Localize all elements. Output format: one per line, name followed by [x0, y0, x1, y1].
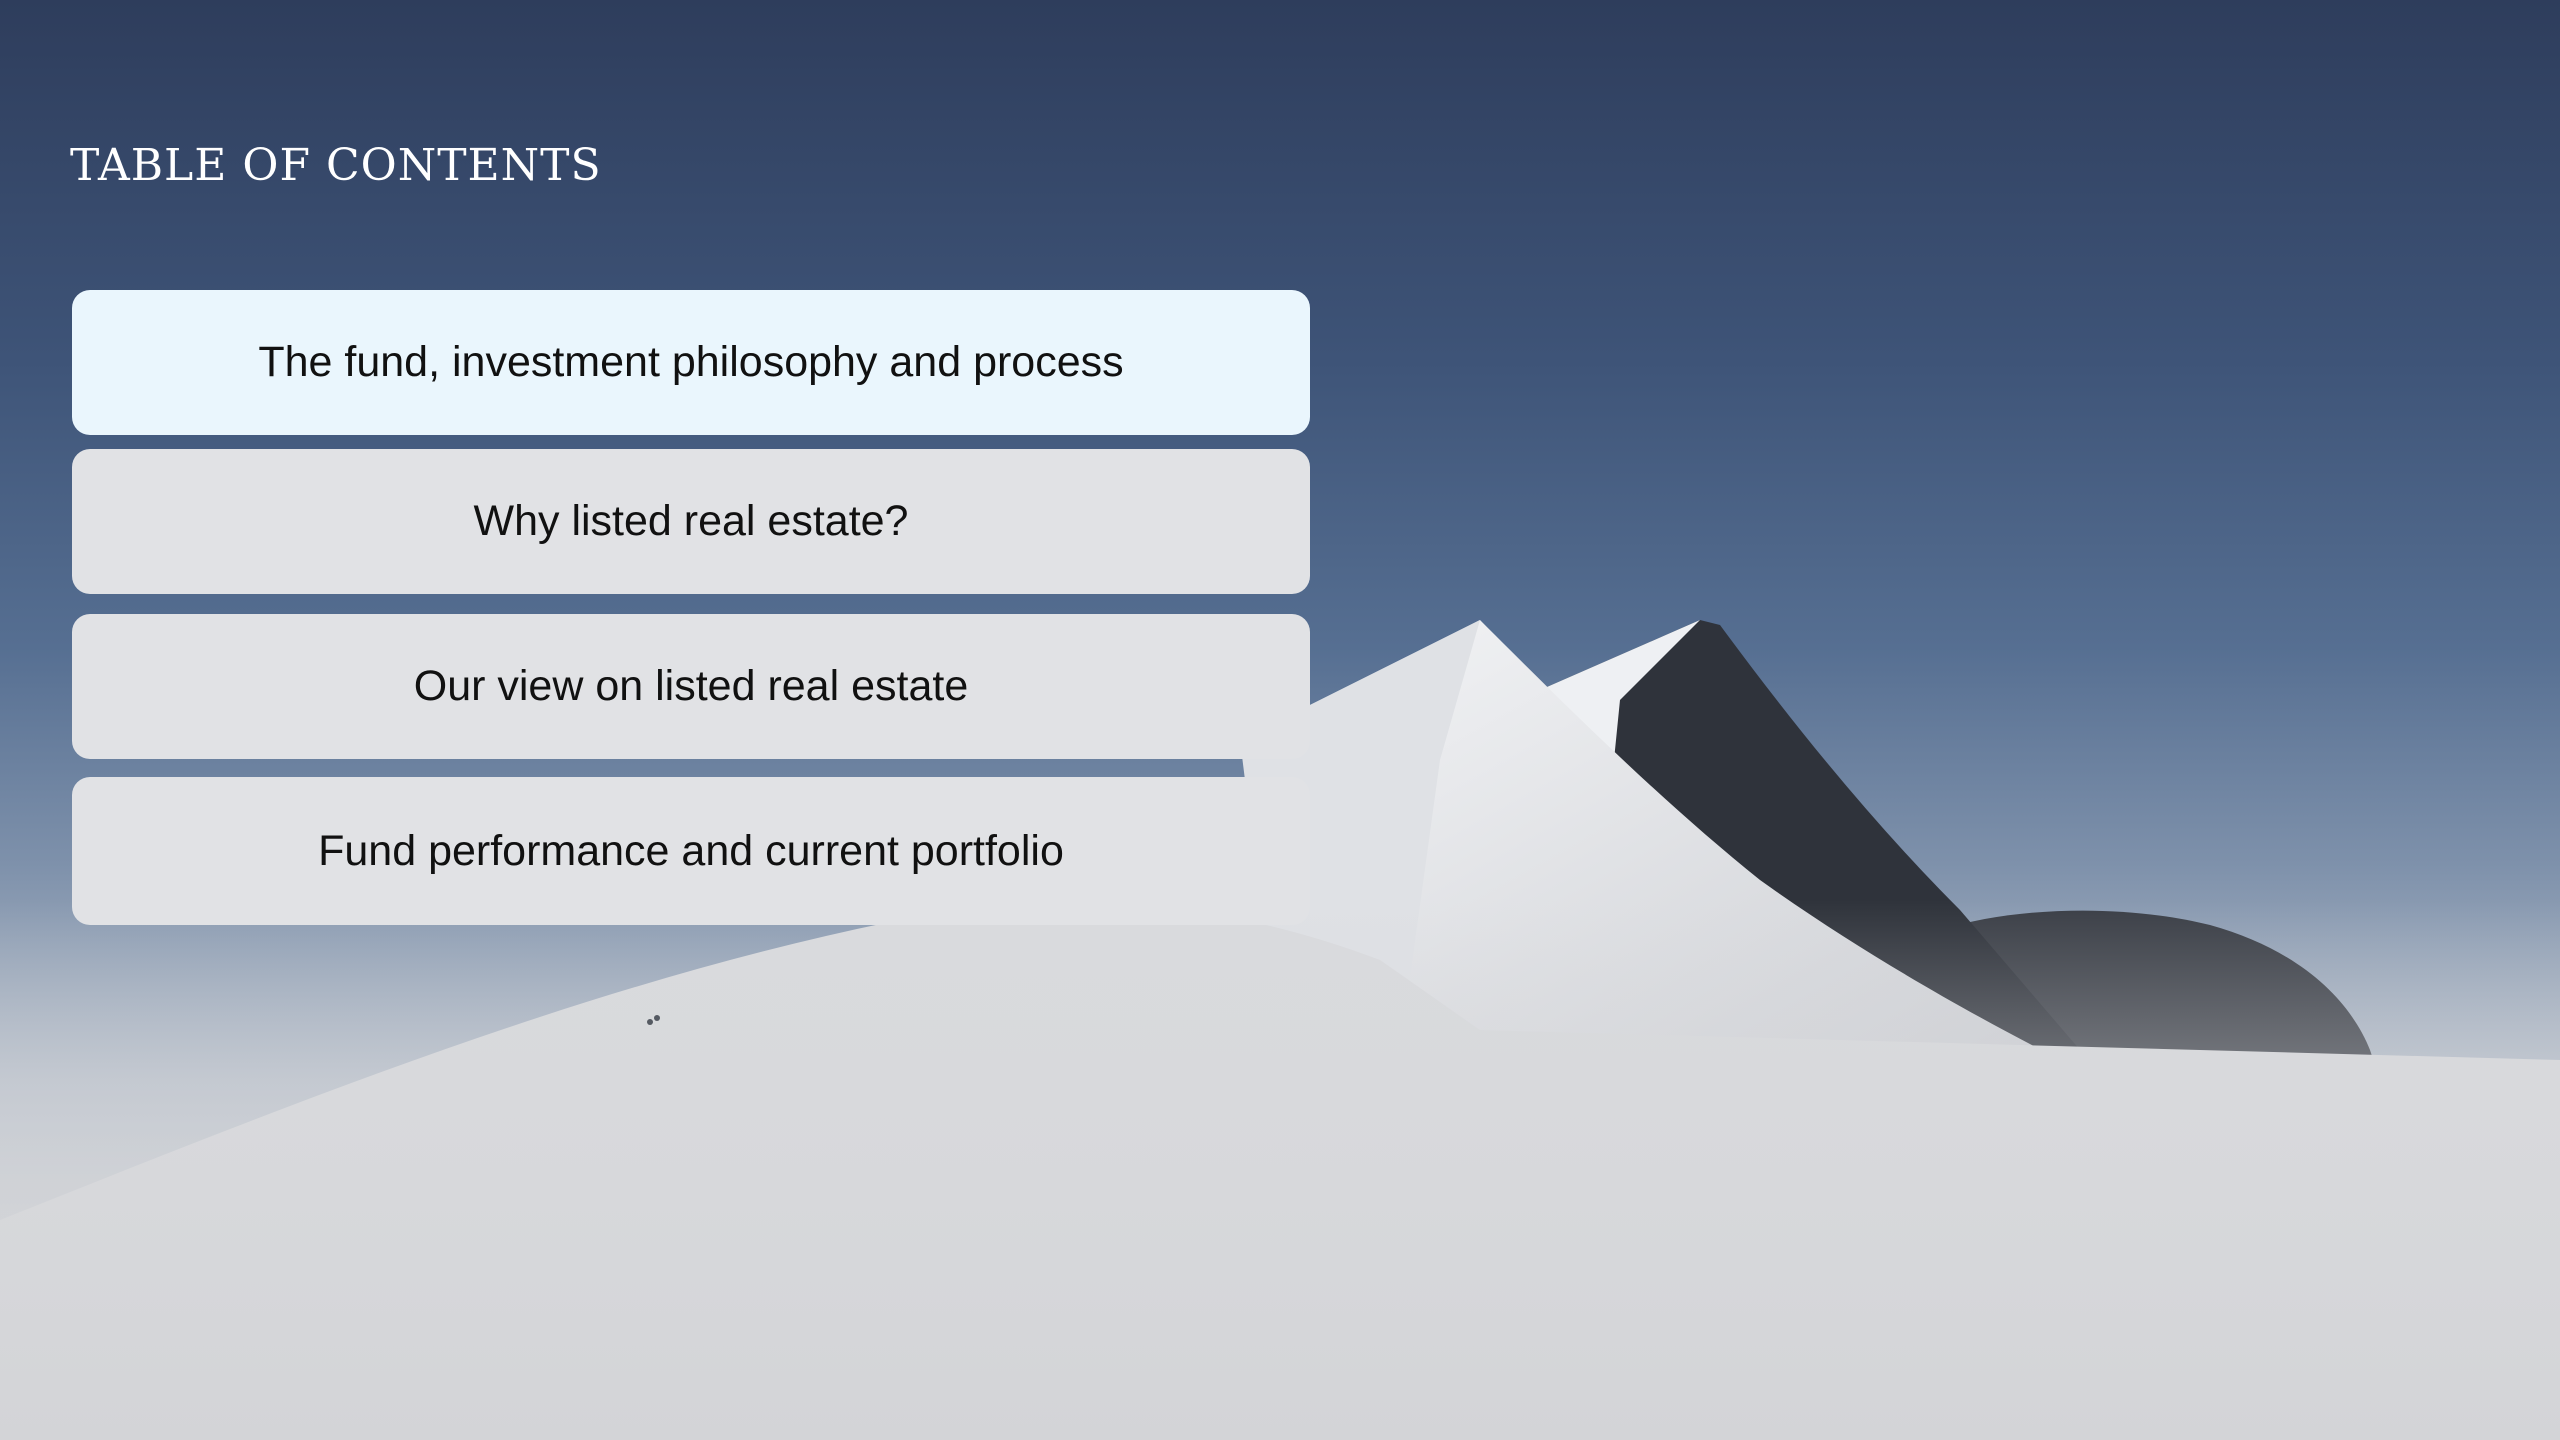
toc-item-our-view[interactable]: Our view on listed real estate: [72, 614, 1310, 759]
toc-item-fund-philosophy[interactable]: The fund, investment philosophy and proc…: [72, 290, 1310, 435]
page-title: TABLE OF CONTENTS: [70, 140, 602, 191]
table-of-contents-list: The fund, investment philosophy and proc…: [72, 290, 1312, 925]
toc-item-label: The fund, investment philosophy and proc…: [258, 338, 1124, 386]
toc-item-label: Why listed real estate?: [473, 497, 909, 545]
toc-item-fund-performance[interactable]: Fund performance and current portfolio: [72, 777, 1310, 925]
toc-item-label: Our view on listed real estate: [413, 662, 969, 710]
toc-item-label: Fund performance and current portfolio: [318, 826, 1064, 875]
toc-item-why-listed-real-estate[interactable]: Why listed real estate?: [72, 449, 1310, 594]
